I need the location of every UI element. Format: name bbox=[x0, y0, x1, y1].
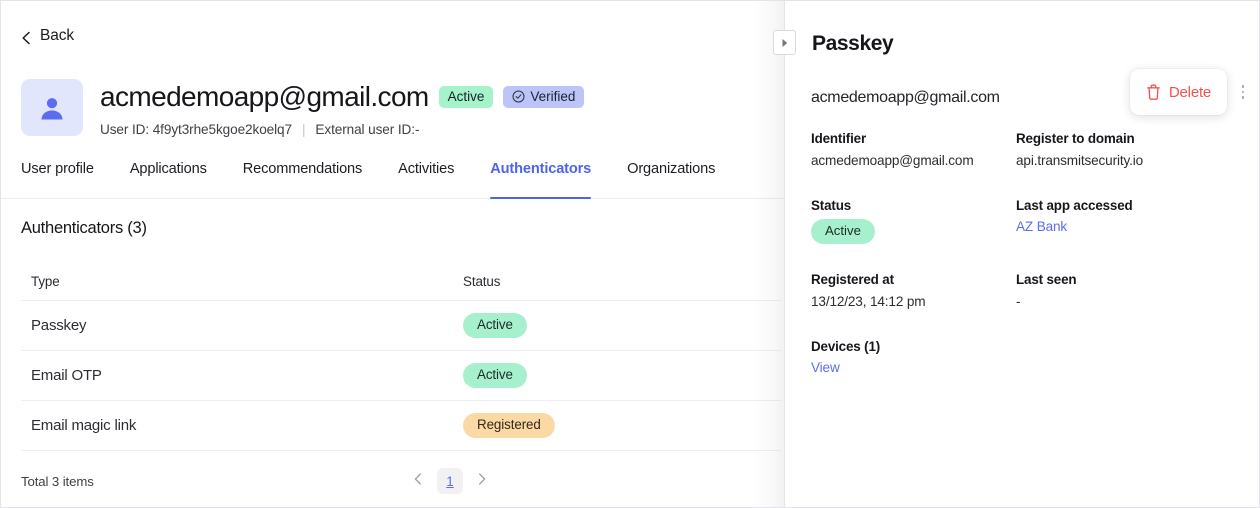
chevron-left-icon bbox=[414, 472, 422, 490]
pagination-page-1[interactable]: 1 bbox=[437, 468, 463, 494]
tab-applications[interactable]: Applications bbox=[130, 161, 207, 198]
verified-badge-label: Verified bbox=[530, 88, 576, 104]
back-label: Back bbox=[40, 27, 75, 44]
detail-label: Register to domain bbox=[1016, 131, 1135, 146]
tab-authenticators[interactable]: Authenticators bbox=[490, 161, 591, 199]
detail-register-domain: Register to domain api.transmitsecurity.… bbox=[1016, 131, 1221, 170]
detail-row-devices: Devices (1) View bbox=[811, 339, 1241, 375]
person-avatar-icon bbox=[38, 94, 66, 122]
detail-last-app-accessed: Last app accessed AZ Bank bbox=[1016, 198, 1221, 243]
avatar bbox=[21, 79, 83, 136]
chevron-left-icon bbox=[21, 31, 31, 45]
meta-separator: | bbox=[301, 121, 306, 137]
detail-row-status-lastapp: Status Active Last app accessed AZ Bank bbox=[811, 198, 1241, 244]
pagination: Total 3 items 1 bbox=[21, 461, 781, 501]
identity-meta-line: User ID: 4f9yt3rhe5kgoe2koelq7 | Externa… bbox=[100, 122, 584, 137]
authenticators-table: Type Status Passkey Active Email OTP Act… bbox=[21, 263, 781, 451]
user-identity-header: acmedemoapp@gmail.com Active Verified Us… bbox=[21, 79, 585, 137]
detail-value: acmedemoapp@gmail.com bbox=[811, 153, 974, 168]
panel-details: Identifier acmedemoapp@gmail.com Registe… bbox=[811, 131, 1241, 395]
column-header-type: Type bbox=[31, 274, 60, 289]
cell-status: Registered bbox=[463, 413, 781, 438]
pagination-next-button[interactable] bbox=[471, 468, 493, 494]
detail-devices-spacer bbox=[1016, 339, 1221, 375]
cell-type: Passkey bbox=[31, 317, 87, 334]
page-title: acmedemoapp@gmail.com bbox=[100, 81, 429, 112]
user-id-text: User ID: 4f9yt3rhe5kgoe2koelq7 bbox=[100, 121, 292, 137]
detail-value: api.transmitsecurity.io bbox=[1016, 153, 1143, 168]
pagination-total-label: Total 3 items bbox=[21, 473, 94, 489]
table-row[interactable]: Email OTP Active bbox=[21, 351, 781, 401]
panel-title: Passkey bbox=[812, 32, 894, 55]
detail-last-seen: Last seen - bbox=[1016, 272, 1221, 311]
check-circle-icon bbox=[512, 90, 525, 103]
detail-row-registered-lastseen: Registered at 13/12/23, 14:12 pm Last se… bbox=[811, 272, 1241, 311]
detail-row-identifier-domain: Identifier acmedemoapp@gmail.com Registe… bbox=[811, 131, 1241, 170]
detail-status: Status Active bbox=[811, 198, 1016, 244]
table-row[interactable]: Email magic link Registered bbox=[21, 401, 781, 451]
detail-label: Last app accessed bbox=[1016, 198, 1133, 214]
chevron-right-icon bbox=[478, 472, 486, 490]
more-vertical-icon[interactable] bbox=[1235, 81, 1251, 103]
tab-organizations[interactable]: Organizations bbox=[627, 161, 715, 198]
detail-value: 13/12/23, 14:12 pm bbox=[811, 293, 926, 309]
main-pane: Back acmedemoapp@gmail.com Active Verifi… bbox=[1, 1, 784, 507]
back-button[interactable]: Back bbox=[21, 27, 74, 45]
status-badge: Active bbox=[463, 363, 527, 388]
tab-recommendations[interactable]: Recommendations bbox=[243, 161, 363, 198]
pagination-controls: 1 bbox=[407, 461, 493, 501]
detail-value: Active bbox=[811, 219, 1016, 244]
detail-label: Status bbox=[811, 198, 852, 214]
kebab-dot bbox=[1241, 90, 1245, 94]
identity-primary-line: acmedemoapp@gmail.com Active Verified bbox=[100, 81, 585, 112]
status-badge: Registered bbox=[463, 413, 555, 438]
last-app-link[interactable]: AZ Bank bbox=[1016, 219, 1221, 234]
column-header-status: Status bbox=[463, 274, 501, 289]
status-badge: Active bbox=[811, 219, 875, 244]
detail-devices: Devices (1) View bbox=[811, 339, 1016, 375]
kebab-dot bbox=[1241, 96, 1245, 99]
panel-subtitle: acmedemoapp@gmail.com bbox=[811, 89, 1000, 106]
identity-text: acmedemoapp@gmail.com Active Verified Us… bbox=[100, 79, 585, 137]
cell-status: Active bbox=[463, 313, 781, 338]
detail-identifier: Identifier acmedemoapp@gmail.com bbox=[811, 131, 1016, 170]
table-body: Passkey Active Email OTP Active Email ma… bbox=[21, 301, 781, 451]
app-window: Back acmedemoapp@gmail.com Active Verifi… bbox=[0, 0, 1260, 508]
tab-user-profile[interactable]: User profile bbox=[21, 161, 94, 198]
panel-collapse-button[interactable] bbox=[773, 30, 796, 55]
table-row[interactable]: Passkey Active bbox=[21, 301, 781, 351]
section-title: Authenticators (3) bbox=[21, 219, 147, 237]
status-badge: Active bbox=[463, 313, 527, 338]
cell-status: Active bbox=[463, 363, 781, 388]
delete-button[interactable]: Delete bbox=[1130, 69, 1227, 115]
delete-button-label: Delete bbox=[1168, 83, 1212, 101]
cell-type: Email magic link bbox=[31, 417, 137, 434]
tab-bar: User profile Applications Recommendation… bbox=[1, 161, 784, 199]
detail-label: Identifier bbox=[811, 131, 867, 146]
triangle-right-icon bbox=[781, 38, 789, 48]
detail-label: Devices (1) bbox=[811, 338, 881, 354]
verified-badge: Verified bbox=[503, 85, 585, 109]
table-header-row: Type Status bbox=[21, 263, 781, 301]
detail-panel: Passkey acmedemoapp@gmail.com Delete Ide… bbox=[773, 1, 1259, 507]
kebab-dot bbox=[1241, 85, 1245, 88]
cell-type: Email OTP bbox=[31, 367, 102, 384]
detail-value: - bbox=[1016, 293, 1021, 309]
pagination-prev-button[interactable] bbox=[407, 468, 429, 494]
detail-label: Last seen bbox=[1016, 271, 1077, 287]
devices-view-link[interactable]: View bbox=[811, 360, 1016, 375]
detail-registered-at: Registered at 13/12/23, 14:12 pm bbox=[811, 272, 1016, 311]
tab-activities[interactable]: Activities bbox=[398, 161, 454, 198]
status-badge: Active bbox=[438, 85, 494, 109]
trash-icon bbox=[1146, 84, 1161, 101]
detail-label: Registered at bbox=[811, 271, 894, 287]
external-user-id-text: External user ID:- bbox=[315, 121, 420, 137]
tab-list: User profile Applications Recommendation… bbox=[21, 161, 715, 199]
